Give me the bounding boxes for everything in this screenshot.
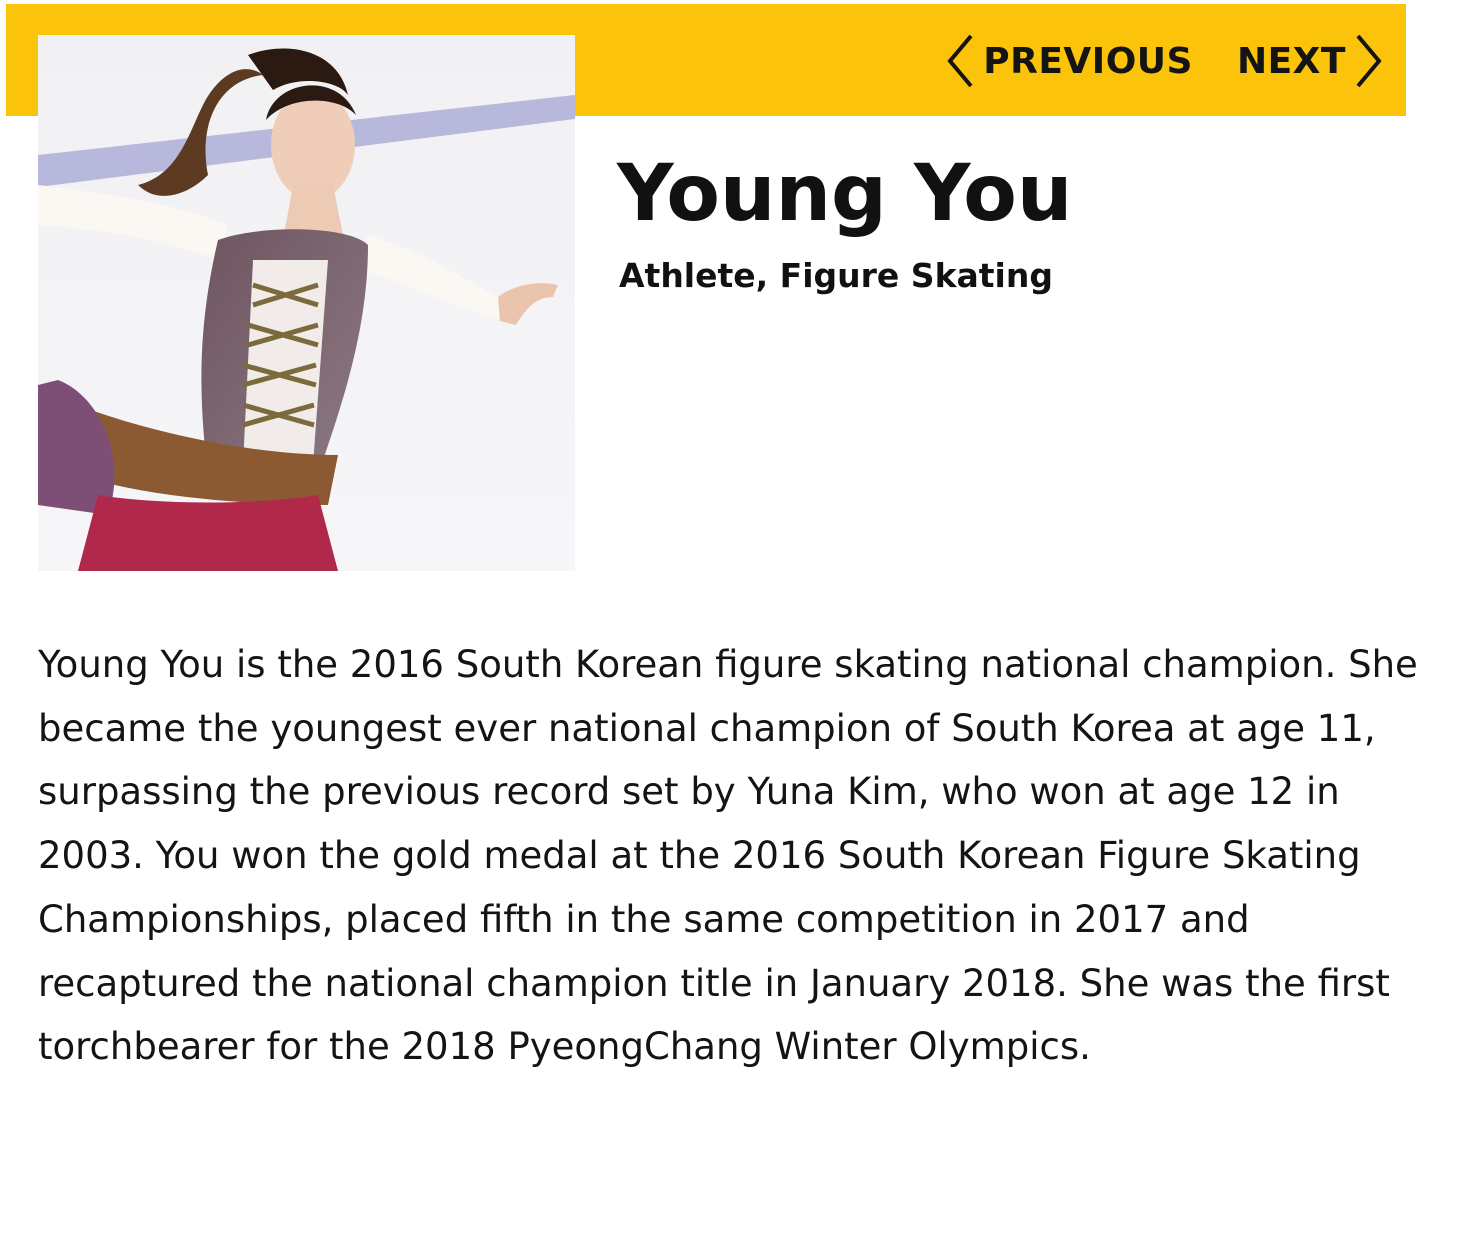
athlete-name: Young You: [617, 149, 1073, 239]
profile-navigation: PREVIOUS NEXT: [945, 30, 1384, 92]
athlete-role: Athlete, Figure Skating: [619, 256, 1053, 295]
previous-label: PREVIOUS: [983, 40, 1193, 82]
athlete-photo: [38, 35, 575, 571]
chevron-right-icon: [1356, 34, 1382, 88]
next-label: NEXT: [1236, 40, 1346, 82]
athlete-bio: Young You is the 2016 South Korean figur…: [38, 643, 1418, 1069]
chevron-left-icon: [947, 34, 973, 88]
next-button[interactable]: NEXT: [1237, 33, 1384, 89]
previous-button[interactable]: PREVIOUS: [945, 33, 1193, 89]
